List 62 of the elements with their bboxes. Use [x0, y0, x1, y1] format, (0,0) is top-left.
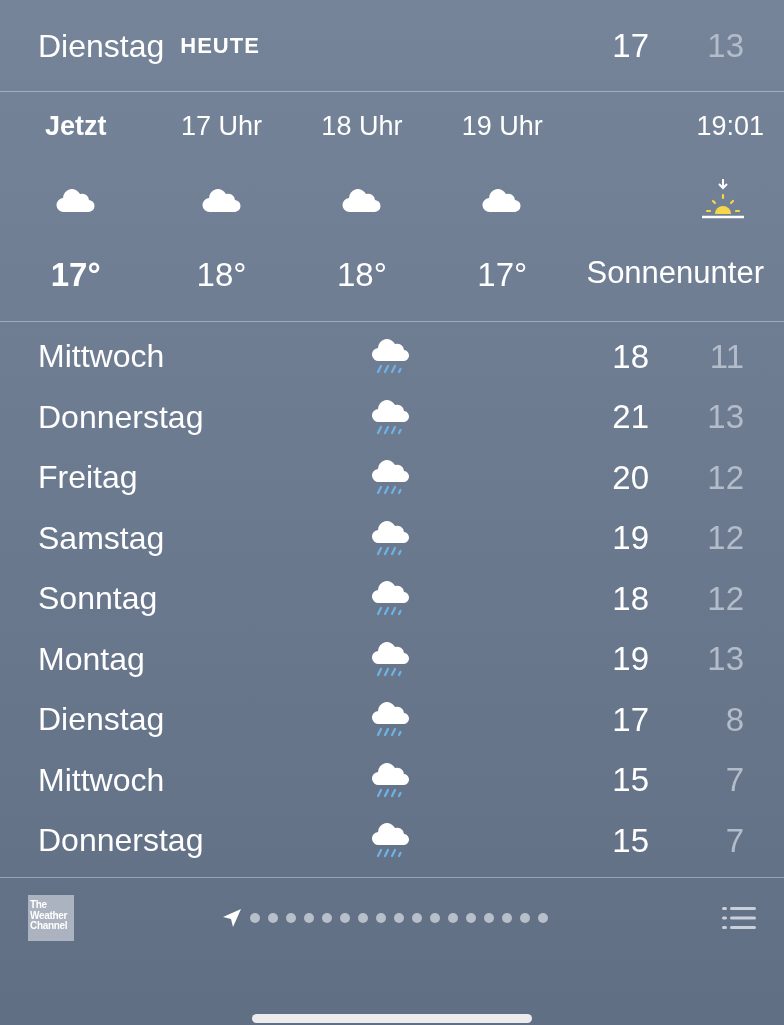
- hour-label: 19 Uhr: [460, 110, 544, 143]
- low-temperature: 8: [724, 699, 744, 740]
- page-dot[interactable]: [286, 913, 296, 923]
- day-name: Mittwoch: [38, 337, 166, 377]
- low-temperature: 13: [706, 639, 744, 679]
- hour-temperature: 18°: [335, 255, 388, 295]
- page-dot[interactable]: [484, 913, 494, 923]
- low-temperature: 12: [706, 578, 744, 619]
- page-dot[interactable]: [502, 913, 512, 923]
- hour-label: 17 Uhr: [180, 110, 264, 143]
- page-dot[interactable]: [304, 913, 314, 923]
- sunset-label: Sonnenunter: [585, 254, 764, 292]
- today-label: HEUTE: [180, 32, 261, 60]
- page-dot[interactable]: [376, 913, 386, 923]
- high-temperature: 17: [611, 699, 649, 740]
- page-dot[interactable]: [394, 913, 404, 923]
- day-name: Sonntag: [38, 579, 159, 619]
- page-dot[interactable]: [520, 913, 530, 923]
- page-dot[interactable]: [430, 913, 440, 923]
- high-temperature: 19: [611, 639, 649, 679]
- list-icon[interactable]: [722, 906, 756, 930]
- page-dot[interactable]: [322, 913, 332, 923]
- day-name: Montag: [38, 639, 146, 679]
- page-dot[interactable]: [466, 913, 476, 923]
- weather-channel-logo[interactable]: The Weather Channel: [28, 895, 74, 941]
- high-temperature: 15: [611, 820, 649, 861]
- hour-label: Jetzt: [43, 110, 108, 143]
- hour-temperature: 17°: [49, 255, 102, 295]
- page-dot[interactable]: [250, 913, 260, 923]
- page-dot[interactable]: [448, 913, 458, 923]
- low-temperature: 12: [706, 457, 744, 498]
- low-temperature: 12: [706, 518, 744, 558]
- hour-label: 18 Uhr: [320, 110, 404, 143]
- hour-label: 19:01: [695, 110, 764, 143]
- page-dot[interactable]: [538, 913, 548, 923]
- low-temperature: 7: [724, 820, 744, 861]
- day-name: Mittwoch: [38, 760, 166, 800]
- day-name: Freitag: [38, 458, 139, 498]
- page-dot[interactable]: [268, 913, 278, 923]
- page-dot[interactable]: [358, 913, 368, 923]
- hour-temperature: 18°: [195, 255, 248, 295]
- sunset-icon: [700, 178, 746, 220]
- low-temperature: 7: [724, 760, 744, 800]
- high-temperature: 19: [611, 518, 649, 558]
- low-temperature: 13: [706, 25, 744, 66]
- high-temperature: 18: [611, 336, 649, 377]
- day-name: Donnerstag: [38, 821, 205, 861]
- high-temperature: 18: [611, 578, 649, 619]
- low-temperature: 11: [708, 336, 744, 377]
- hour-temperature: 17°: [476, 255, 529, 295]
- page-dot[interactable]: [412, 913, 422, 923]
- high-temperature: 21: [611, 397, 649, 437]
- high-temperature: 20: [611, 457, 649, 498]
- page-dot[interactable]: [340, 913, 350, 923]
- location-arrow-icon[interactable]: [222, 908, 242, 928]
- day-name: Dienstag: [38, 700, 166, 740]
- day-name: Donnerstag: [38, 397, 205, 437]
- high-temperature: 17: [611, 25, 649, 66]
- high-temperature: 15: [611, 760, 649, 800]
- day-name: Dienstag: [38, 26, 165, 66]
- low-temperature: 13: [706, 397, 744, 437]
- day-name: Samstag: [38, 518, 166, 558]
